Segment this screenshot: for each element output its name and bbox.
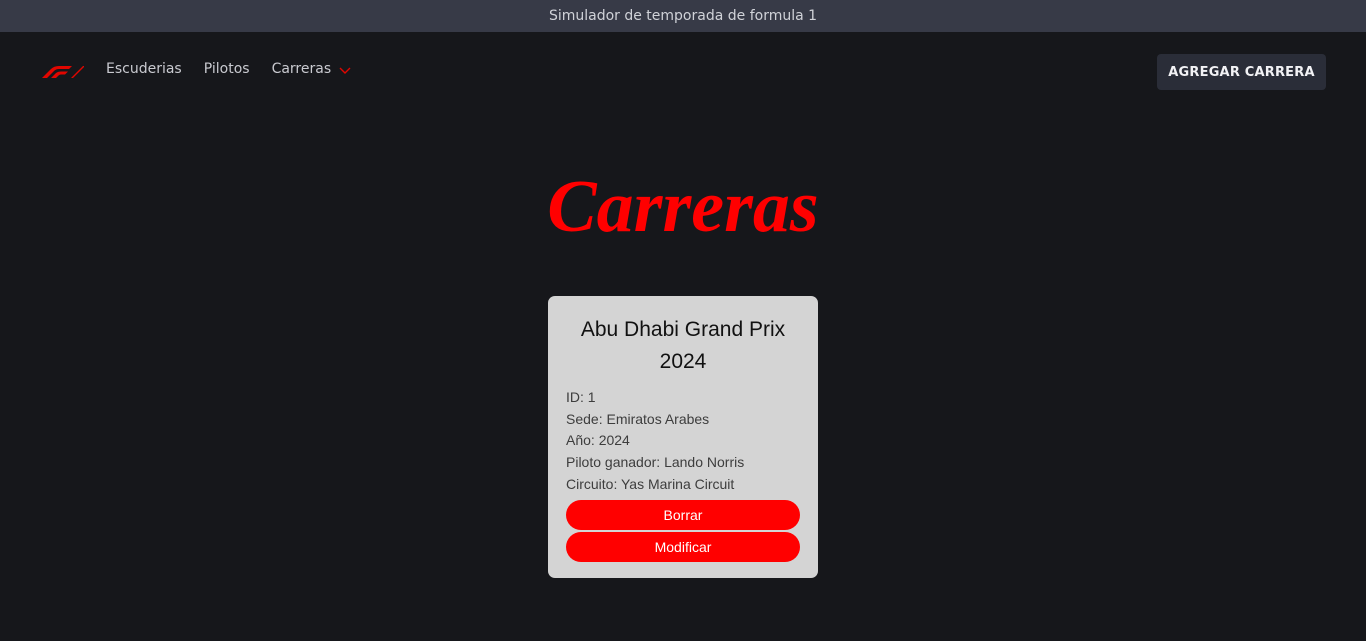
window-title: Simulador de temporada de formula 1 — [548, 8, 818, 24]
race-card: Abu Dhabi Grand Prix 2024 ID: 1 Sede: Em… — [548, 296, 818, 578]
nav-link-carreras[interactable]: Carreras — [272, 61, 332, 77]
race-card-title: Abu Dhabi Grand Prix 2024 — [580, 318, 786, 373]
race-winner: Piloto ganador: Lando Norris — [566, 454, 745, 471]
race-venue: Sede: Emiratos Arabes — [566, 410, 710, 427]
nav-dropdown-carreras[interactable]: Carreras — [272, 61, 352, 77]
race-circuit: Circuito: Yas Marina Circuit — [566, 475, 735, 492]
add-race-button[interactable]: AGREGAR CARRERA — [1157, 54, 1326, 90]
race-id: ID: 1 — [566, 389, 596, 405]
nav-links: Escuderias Pilotos Carreras — [106, 61, 351, 77]
navbar: Escuderias Pilotos Carreras AGREGAR CARR… — [0, 32, 1366, 110]
window-titlebar: Simulador de temporada de formula 1 — [0, 0, 1366, 32]
race-card-info: ID: 1 Sede: Emiratos Arabes Año: 2024 Pi… — [566, 387, 800, 496]
nav-link-pilotos[interactable]: Pilotos — [204, 61, 250, 77]
race-year: Año: 2024 — [566, 432, 630, 449]
nav-link-escuderias[interactable]: Escuderias — [106, 61, 182, 77]
page-title: Carreras — [547, 166, 819, 248]
delete-race-button[interactable]: Borrar — [566, 499, 800, 530]
f1-logo-icon[interactable] — [40, 66, 84, 78]
edit-race-button[interactable]: Modificar — [566, 531, 800, 562]
chevron-down-icon — [339, 67, 351, 74]
